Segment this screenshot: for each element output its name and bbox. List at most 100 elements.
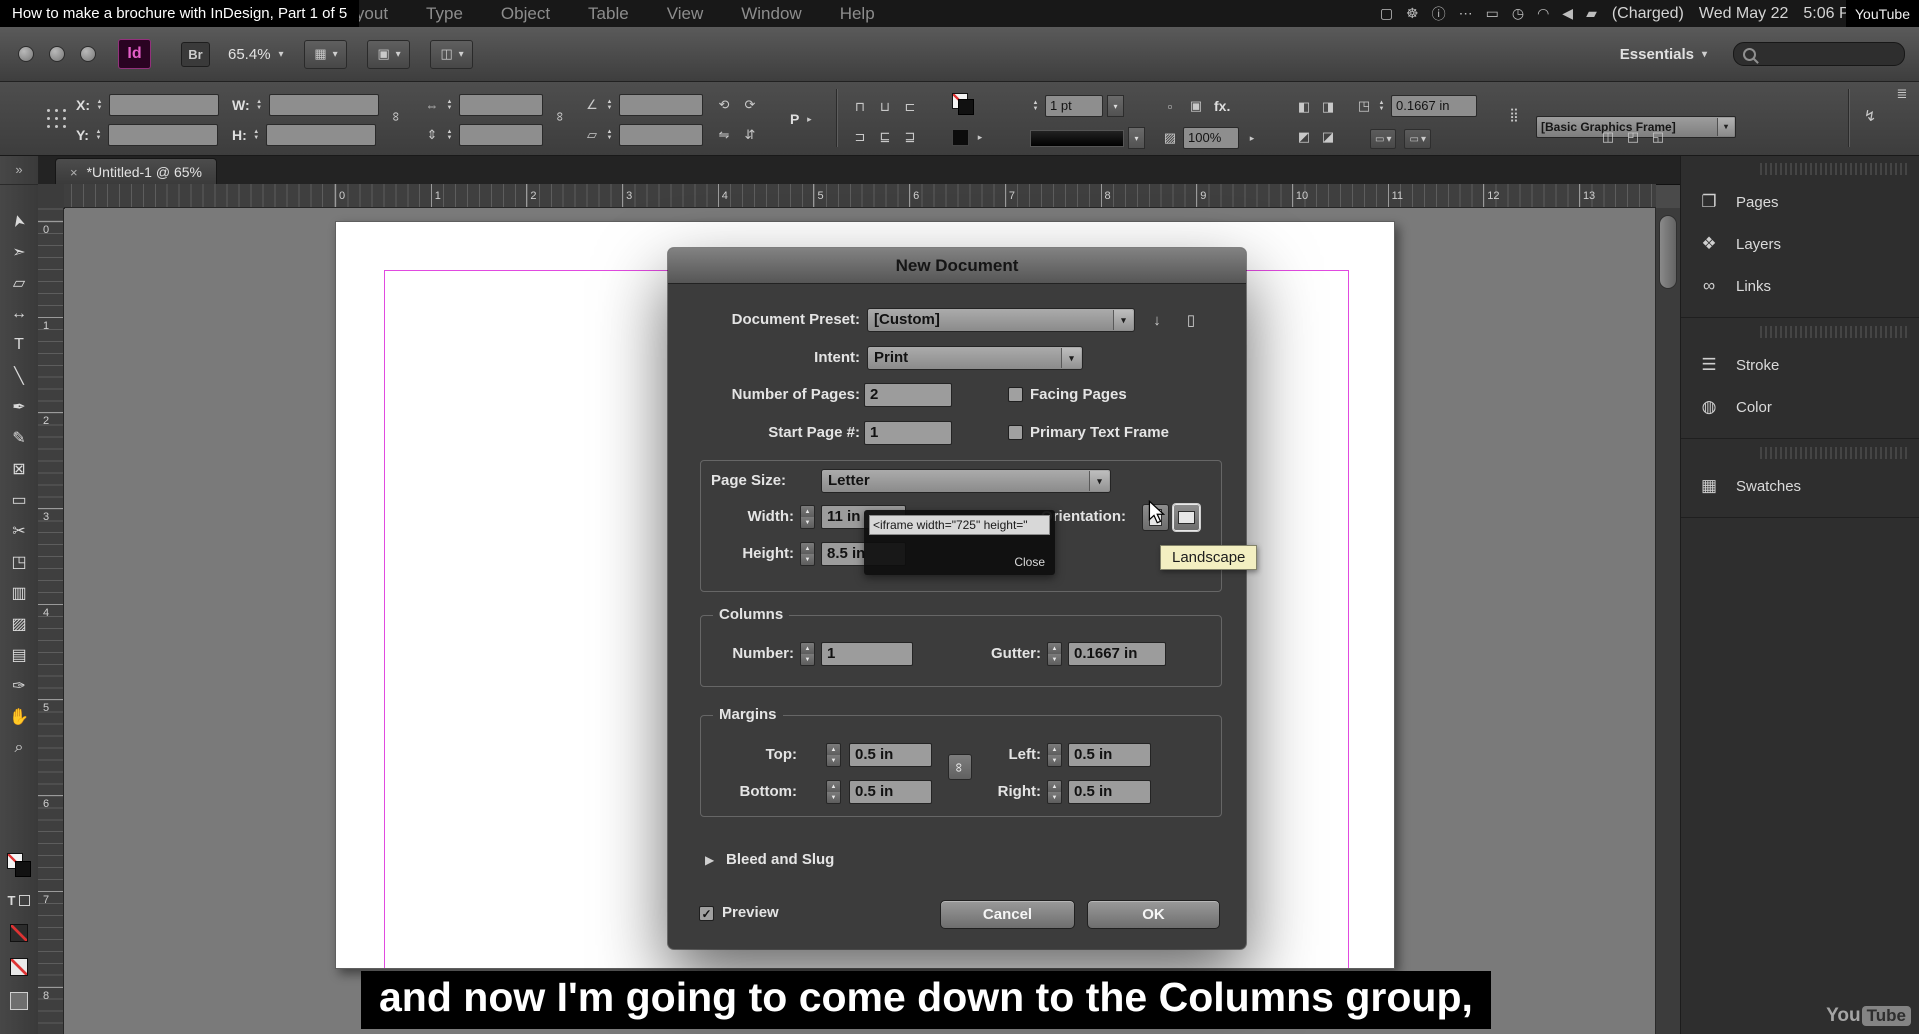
panel-item-swatches[interactable]: ▦ Swatches	[1681, 465, 1919, 507]
bleed-disclosure-icon[interactable]: ▶	[705, 853, 714, 867]
stroke-color-swatch[interactable]	[952, 128, 969, 146]
corner-size-dropdown[interactable]: ▭ ▾	[1404, 129, 1431, 149]
scale-y-stepper[interactable]: ▲ ▼	[444, 125, 455, 145]
flip-vertical-icon[interactable]: ⇵	[742, 127, 758, 143]
width-field[interactable]	[268, 94, 379, 116]
scale-x-stepper[interactable]: ▲ ▼	[444, 95, 455, 115]
view-mode-icon[interactable]	[10, 992, 28, 1010]
scale-y-field[interactable]	[459, 124, 543, 146]
window-close-button[interactable]	[18, 46, 34, 62]
document-preset-dropdown[interactable]: [Custom] ▾	[867, 308, 1135, 332]
apply-color-icon[interactable]	[10, 958, 28, 976]
wrap-object-icon[interactable]: ◩	[1296, 129, 1312, 145]
margin-bottom-stepper[interactable]: ▲ ▼	[826, 780, 841, 804]
volume-icon[interactable]: ◀	[1562, 5, 1573, 22]
stroke-fill-proxy[interactable]	[952, 93, 974, 115]
menu-bar-date[interactable]: Wed May 22	[1699, 5, 1789, 23]
y-stepper[interactable]: ▲ ▼	[93, 125, 104, 145]
document-tab[interactable]: × *Untitled-1 @ 65%	[55, 158, 217, 185]
hand-tool[interactable]: ✋	[0, 701, 38, 732]
x-field[interactable]	[109, 94, 219, 116]
menu-item[interactable]: Type	[426, 4, 463, 24]
horizontal-ruler[interactable]: 0 1 2 3 4 5 6 7 8 9 10 11 12 13	[64, 184, 1656, 208]
tools-panel-header[interactable]: »	[0, 155, 38, 185]
effects-button[interactable]: fx.	[1214, 98, 1230, 114]
opacity-field[interactable]: 100%	[1183, 127, 1239, 149]
corner-radius-field[interactable]: 0.1667 in	[1391, 95, 1477, 117]
ok-button[interactable]: OK	[1087, 900, 1220, 929]
width-stepper[interactable]: ▲ ▼	[800, 505, 815, 529]
stroke-swatch[interactable]	[15, 861, 31, 877]
window-zoom-button[interactable]	[80, 46, 96, 62]
formatting-affects-text-icon[interactable]: T	[8, 893, 16, 908]
screen-mode-button[interactable]: ▣ ▾	[366, 39, 410, 69]
wrap-bounding-icon[interactable]: ◨	[1320, 99, 1336, 115]
note-tool[interactable]: ▤	[0, 639, 38, 670]
panel-item-layers[interactable]: ❖ Layers	[1681, 223, 1919, 265]
menu-item[interactable]: Window	[741, 4, 801, 24]
align-top-icon[interactable]: ⊓	[852, 99, 868, 115]
cancel-button[interactable]: Cancel	[940, 900, 1075, 929]
more-icon[interactable]: ⋯	[1459, 5, 1473, 22]
bridge-button[interactable]: Br	[181, 41, 210, 67]
intent-dropdown[interactable]: Print ▾	[867, 346, 1083, 370]
info-icon[interactable]: ⓘ	[1432, 4, 1446, 24]
gutter-field[interactable]: 0.1667 in	[1068, 642, 1166, 666]
update-link-icon[interactable]: ◱	[1650, 129, 1666, 145]
scrollbar-thumb[interactable]	[1659, 215, 1677, 289]
window-minimize-button[interactable]	[49, 46, 65, 62]
reference-point-proxy[interactable]	[44, 106, 68, 130]
stroke-weight-dropdown[interactable]: ▾	[1107, 95, 1124, 117]
line-tool[interactable]: ╲	[0, 360, 38, 391]
rotation-field[interactable]	[619, 94, 703, 116]
pen-tool[interactable]: ✒	[0, 391, 38, 422]
margin-right-stepper[interactable]: ▲ ▼	[1047, 780, 1062, 804]
stroke-weight-stepper[interactable]: ▲ ▼	[1030, 96, 1041, 116]
relink-icon[interactable]: ◫	[1600, 129, 1616, 145]
gap-tool[interactable]: ↔	[0, 298, 38, 329]
constrain-scale-icon[interactable]: ∞	[553, 112, 568, 121]
formatting-affects-container-icon[interactable]	[19, 895, 31, 906]
stroke-type-preview[interactable]	[1030, 129, 1124, 147]
corner-radius-stepper[interactable]: ▲ ▼	[1376, 96, 1387, 116]
gradient-feather-tool[interactable]: ▨	[0, 608, 38, 639]
margin-top-stepper[interactable]: ▲ ▼	[826, 743, 841, 767]
margin-bottom-field[interactable]: 0.5 in	[849, 780, 932, 804]
rotate-cw-icon[interactable]: ⟳	[742, 97, 758, 113]
preview-checkbox[interactable]: ✓	[699, 906, 714, 921]
go-to-link-icon[interactable]: ◰	[1625, 129, 1641, 145]
stroke-type-dropdown[interactable]: ▾	[1128, 127, 1145, 149]
menu-item[interactable]: View	[667, 4, 704, 24]
selection-tool[interactable]: ➤	[0, 205, 38, 236]
corner-shape-dropdown[interactable]: ▭ ▾	[1370, 129, 1397, 149]
shear-field[interactable]	[619, 124, 703, 146]
flip-horizontal-icon[interactable]: ⇋	[716, 127, 732, 143]
columns-number-stepper[interactable]: ▲ ▼	[800, 642, 815, 666]
panel-item-stroke[interactable]: ☰ Stroke	[1681, 344, 1919, 386]
columns-number-field[interactable]: 1	[821, 642, 913, 666]
search-input[interactable]	[1733, 42, 1905, 66]
gutter-stepper[interactable]: ▲ ▼	[1047, 642, 1062, 666]
pencil-tool[interactable]: ✎	[0, 422, 38, 453]
display-icon[interactable]: ▭	[1486, 5, 1499, 22]
constrain-wh-icon[interactable]: ∞	[389, 112, 404, 121]
height-field[interactable]	[265, 124, 376, 146]
panel-item-links[interactable]: ∞ Links	[1681, 265, 1919, 307]
arrange-documents-button[interactable]: ◫ ▾	[429, 39, 473, 69]
rotate-ccw-icon[interactable]: ⟲	[716, 97, 732, 113]
align-bottom-icon[interactable]: ⊔	[877, 99, 893, 115]
page-size-dropdown[interactable]: Letter ▾	[821, 469, 1111, 493]
delete-preset-icon[interactable]: ▯	[1180, 308, 1202, 332]
panel-grip[interactable]	[1760, 163, 1910, 175]
battery-icon[interactable]: ▰	[1586, 5, 1597, 22]
page-tool[interactable]: ▱	[0, 267, 38, 298]
panel-item-pages[interactable]: ❐ Pages	[1681, 181, 1919, 223]
ruler-origin-box[interactable]	[38, 184, 65, 209]
stroke-swatch[interactable]	[958, 99, 974, 115]
height-stepper[interactable]: ▲ ▼	[251, 125, 262, 145]
filled-frame-icon[interactable]: ▣	[1188, 98, 1204, 114]
start-page-field[interactable]: 1	[864, 421, 952, 445]
chevron-right-icon[interactable]: ▸	[1244, 133, 1260, 144]
x-stepper[interactable]: ▲ ▼	[94, 95, 105, 115]
type-tool[interactable]: T	[0, 329, 38, 360]
